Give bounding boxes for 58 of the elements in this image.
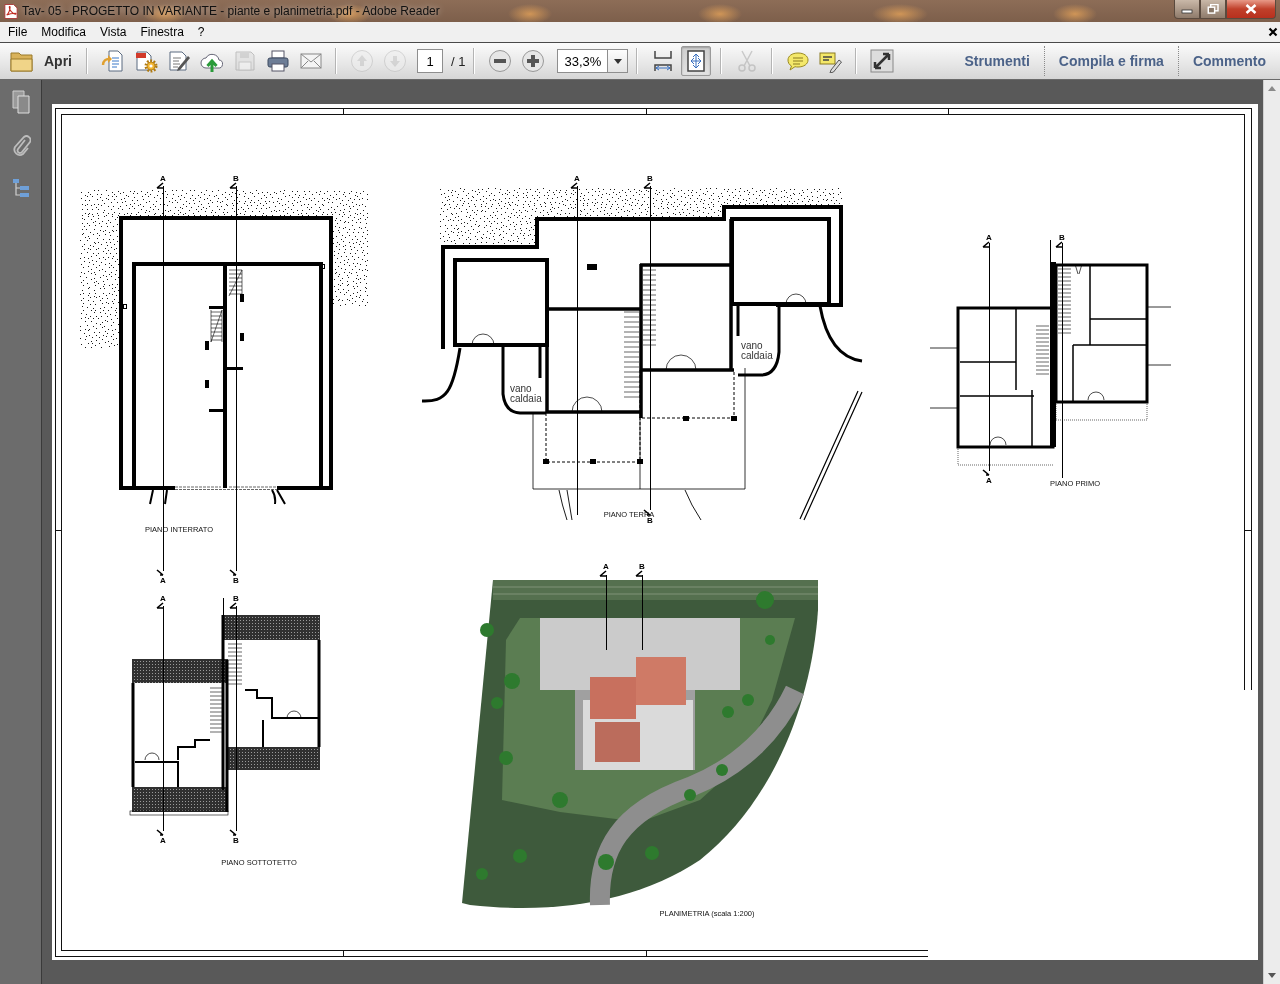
fit-page-button[interactable]: [680, 46, 711, 76]
panel-button[interactable]: Strumenti: [950, 46, 1044, 76]
scrollbar[interactable]: [1263, 80, 1280, 984]
minimize-button[interactable]: [1174, 0, 1200, 19]
menu-item[interactable]: File: [1, 23, 35, 41]
restore-button[interactable]: [1200, 0, 1226, 19]
menu-item[interactable]: Modifica: [34, 23, 94, 41]
section-label: A: [160, 594, 166, 603]
document-gear-icon: [133, 49, 158, 73]
expand-icon: [869, 49, 894, 73]
close-button[interactable]: [1226, 0, 1276, 19]
open-button[interactable]: Apri: [8, 46, 78, 76]
tree-list-icon: [10, 176, 31, 200]
note-pen-icon: [818, 49, 843, 73]
zoom-field[interactable]: 33,3%: [557, 49, 609, 73]
pdf-document-icon: [4, 2, 18, 20]
section-label: B: [647, 516, 653, 525]
page-number-field[interactable]: 1: [417, 49, 443, 73]
menu-item[interactable]: Finestra: [133, 23, 191, 41]
page-count: / 1: [451, 53, 466, 69]
plus-icon: [520, 49, 545, 73]
section-label: B: [233, 594, 239, 603]
menu-item[interactable]: ?: [190, 23, 212, 41]
document-arrow-icon: [100, 49, 125, 73]
paperclip-icon: [10, 133, 31, 157]
printer-icon: [265, 49, 290, 73]
restore-icon: [1207, 4, 1219, 14]
section-label: A: [160, 174, 166, 183]
caret-icon: [613, 58, 622, 64]
section-label: B: [1059, 233, 1065, 242]
panel-button[interactable]: Commento: [1178, 46, 1280, 76]
section-label: B: [233, 174, 239, 183]
room-label: vano caldaia: [741, 341, 774, 361]
section-label: A: [986, 233, 992, 242]
section-label: A: [986, 476, 992, 485]
section-label: B: [233, 576, 239, 585]
section-label: A: [603, 562, 609, 571]
room-label: vano caldaia: [510, 384, 543, 404]
section-label: B: [639, 562, 645, 571]
section-label: A: [574, 174, 580, 183]
menu-item[interactable]: Vista: [93, 23, 134, 41]
window-title: Tav- 05 - PROGETTO IN VARIANTE - piante e planimetria.pdf - Adobe Reader: [22, 4, 440, 18]
zoom-dropdown-button[interactable]: [608, 49, 629, 73]
document-pen-icon: [166, 49, 191, 73]
close-icon: [1268, 27, 1278, 37]
panel-button[interactable]: Compila e firma: [1044, 46, 1178, 76]
section-label: B: [647, 174, 653, 183]
section-label: B: [233, 836, 239, 845]
close-document-button[interactable]: [1268, 27, 1278, 37]
minus-icon: [487, 49, 512, 73]
down-triangle-icon[interactable]: [1268, 973, 1276, 978]
folder-icon: [10, 50, 34, 72]
close-icon: [1245, 4, 1257, 14]
section-label: A: [160, 836, 166, 845]
pages-icon: [10, 90, 31, 114]
up-triangle-icon[interactable]: [1268, 86, 1276, 91]
section-label: A: [160, 576, 166, 585]
speech-bubble-icon: [785, 49, 810, 73]
